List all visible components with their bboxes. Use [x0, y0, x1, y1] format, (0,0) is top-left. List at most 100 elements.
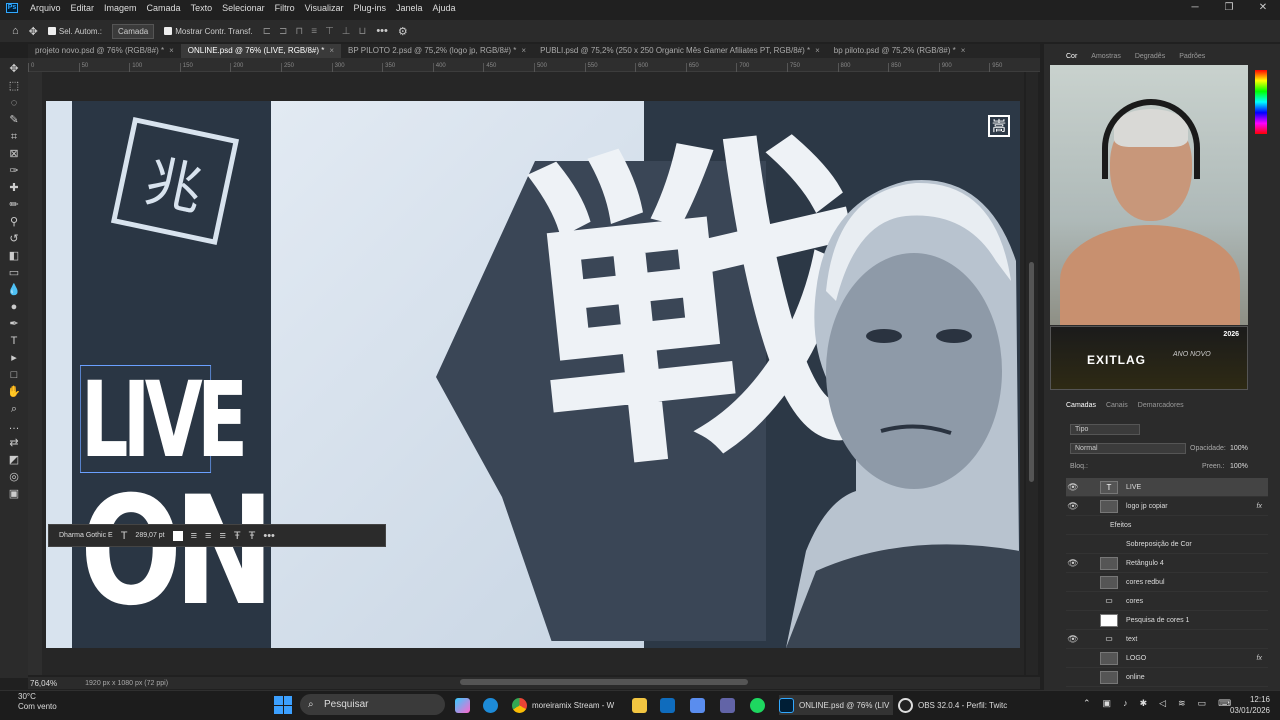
layer-row[interactable]: online	[1066, 668, 1268, 687]
align-right-text-icon[interactable]: ≡	[219, 530, 225, 542]
live-text-layer[interactable]: LIVE	[80, 365, 248, 474]
auto-select-checkbox[interactable]: Sel. Autom.:	[47, 27, 102, 36]
layer-row[interactable]: 👁 ▭ text	[1066, 630, 1268, 649]
edge-icon[interactable]	[483, 695, 498, 715]
canvas-area[interactable]: 兆 戦 嵩 LIVE ON	[42, 72, 1024, 675]
close-icon[interactable]: ×	[329, 46, 334, 55]
eye-icon[interactable]: 👁	[1066, 482, 1080, 493]
menu-plugins[interactable]: Plug-ins	[348, 3, 391, 13]
more-options-button[interactable]: •••	[376, 25, 388, 37]
layer-row[interactable]: Efeitos	[1066, 516, 1268, 535]
layer-row[interactable]: Sobreposição de Cor	[1066, 535, 1268, 554]
brush-tool-icon[interactable]: ✏	[5, 198, 23, 213]
layer-select-dropdown[interactable]: Camada	[112, 23, 155, 39]
tab-bp-piloto-2[interactable]: BP PILOTO 2.psd @ 75,2% (logo jp, RGB/8#…	[341, 44, 533, 58]
vertical-scrollbar[interactable]	[1026, 72, 1038, 675]
layer-row[interactable]: 👁 T LIVE	[1066, 478, 1268, 497]
minimize-icon[interactable]: ─	[1178, 0, 1212, 15]
tab-projeto-novo[interactable]: projeto novo.psd @ 76% (RGB/8#) * ×	[28, 44, 181, 58]
tab-amostras[interactable]: Amostras	[1091, 53, 1121, 60]
blur-tool-icon[interactable]: 💧	[5, 283, 23, 298]
taskbar-photoshop[interactable]: ONLINE.psd @ 76% (LIV	[779, 695, 894, 715]
scroll-thumb[interactable]	[1029, 262, 1034, 482]
horizontal-scrollbar[interactable]	[460, 679, 748, 685]
more-options-button[interactable]: •••	[263, 530, 275, 542]
opacity-field[interactable]: 100%	[1230, 445, 1248, 452]
layer-row[interactable]: cores redbul	[1066, 573, 1268, 592]
hand-tool-icon[interactable]: ✋	[5, 385, 23, 400]
align-buttons[interactable]: ⊏ ⊐ ⊓ ≡ ⊤ ⊥ ⊔	[263, 26, 367, 37]
close-icon[interactable]: ×	[815, 46, 820, 55]
show-transform-checkbox[interactable]: Mostrar Contr. Transf.	[164, 27, 253, 36]
tab-camadas[interactable]: Camadas	[1066, 402, 1096, 409]
restore-icon[interactable]: ❐	[1212, 0, 1246, 15]
tray-app-icon[interactable]: ▣	[1103, 698, 1112, 709]
eye-icon[interactable]: 👁	[1066, 501, 1080, 512]
gradient-tool-icon[interactable]: ▭	[5, 266, 23, 281]
stamp-tool-icon[interactable]: ⚲	[5, 215, 23, 230]
home-icon[interactable]: ⌂	[12, 25, 19, 37]
spotify-icon[interactable]	[750, 695, 765, 715]
copilot-icon[interactable]	[455, 695, 470, 715]
pen-tool-icon[interactable]: ✒	[5, 317, 23, 332]
eraser-icon[interactable]: ◧	[5, 249, 23, 264]
tab-bp-piloto[interactable]: bp piloto.psd @ 75,2% (RGB/8#) * ×	[827, 44, 973, 58]
layer-row[interactable]: LOGO fx	[1066, 649, 1268, 668]
color-swatches-icon[interactable]: ◩	[5, 453, 23, 468]
wifi-icon[interactable]: ≋	[1178, 698, 1186, 709]
quick-select-icon[interactable]: ✎	[5, 113, 23, 128]
text-options-icon[interactable]: Ŧ	[249, 530, 256, 542]
menu-selecionar[interactable]: Selecionar	[217, 3, 270, 13]
path-select-icon[interactable]: ▸	[5, 351, 23, 366]
align-left-text-icon[interactable]: ≡	[191, 530, 197, 542]
frame-tool-icon[interactable]: ⊠	[5, 147, 23, 162]
tab-cor[interactable]: Cor	[1066, 53, 1077, 60]
mic-icon[interactable]: ♪	[1123, 698, 1128, 709]
layer-filter-dropdown[interactable]: Tipo	[1070, 424, 1140, 435]
marquee-tool-icon[interactable]: ⬚	[5, 79, 23, 94]
close-icon[interactable]: ✕	[1246, 0, 1280, 15]
warp-text-icon[interactable]: Ŧ	[234, 530, 241, 542]
eye-icon[interactable]: 👁	[1066, 634, 1080, 645]
align-center-text-icon[interactable]: ≡	[205, 530, 211, 542]
menu-filtro[interactable]: Filtro	[270, 3, 300, 13]
menu-texto[interactable]: Texto	[186, 3, 218, 13]
quick-mask-icon[interactable]: ◎	[5, 470, 23, 485]
teams-icon[interactable]	[720, 695, 735, 715]
sound-icon[interactable]: ◁	[1159, 698, 1166, 709]
windows-start-icon[interactable]	[274, 696, 292, 714]
font-family-dropdown[interactable]: Dharma Gothic E	[59, 532, 113, 539]
tab-publi[interactable]: PUBLI.psd @ 75,2% (250 x 250 Organic Mês…	[533, 44, 827, 58]
taskbar-obs[interactable]: OBS 32.0.4 - Perfil: Twitc	[898, 695, 1007, 715]
text-color-swatch[interactable]	[172, 530, 183, 541]
bluetooth-icon[interactable]: ✱	[1140, 698, 1148, 709]
dodge-tool-icon[interactable]: ●	[5, 300, 23, 315]
layer-row[interactable]: Pesquisa de cores 1	[1066, 611, 1268, 630]
gear-icon[interactable]: ⚙	[398, 25, 408, 38]
screen-mode-icon[interactable]: ▣	[5, 487, 23, 502]
eyedropper-icon[interactable]: ✑	[5, 164, 23, 179]
file-explorer-icon[interactable]	[632, 695, 647, 715]
layer-row[interactable]: ▭ cores	[1066, 592, 1268, 611]
menu-camada[interactable]: Camada	[142, 3, 186, 13]
battery-icon[interactable]: ▭	[1198, 698, 1207, 709]
close-icon[interactable]: ×	[961, 46, 966, 55]
menu-janela[interactable]: Janela	[391, 3, 428, 13]
swap-colors-icon[interactable]: ⇄	[5, 436, 23, 451]
healing-brush-icon[interactable]: ✚	[5, 181, 23, 196]
history-brush-icon[interactable]: ↺	[5, 232, 23, 247]
move-tool-icon[interactable]: ✥	[5, 62, 23, 77]
color-spectrum-slider[interactable]	[1255, 70, 1267, 134]
on-text-layer[interactable]: ON	[80, 477, 274, 627]
eye-icon[interactable]: 👁	[1066, 558, 1080, 569]
taskbar-search[interactable]: ⌕ Pesquisar	[300, 694, 445, 715]
font-size-field[interactable]: 289,07 pt	[135, 532, 164, 539]
menu-ajuda[interactable]: Ajuda	[428, 3, 461, 13]
tab-canais[interactable]: Canais	[1106, 402, 1128, 409]
outlook-icon[interactable]	[660, 695, 675, 715]
menu-visualizar[interactable]: Visualizar	[300, 3, 349, 13]
close-icon[interactable]: ×	[169, 46, 174, 55]
blend-mode-dropdown[interactable]: Normal	[1070, 443, 1186, 454]
zoom-tool-icon[interactable]: ⌕	[5, 402, 23, 417]
taskbar-clock[interactable]: 12:16 03/01/2026	[1230, 694, 1270, 716]
